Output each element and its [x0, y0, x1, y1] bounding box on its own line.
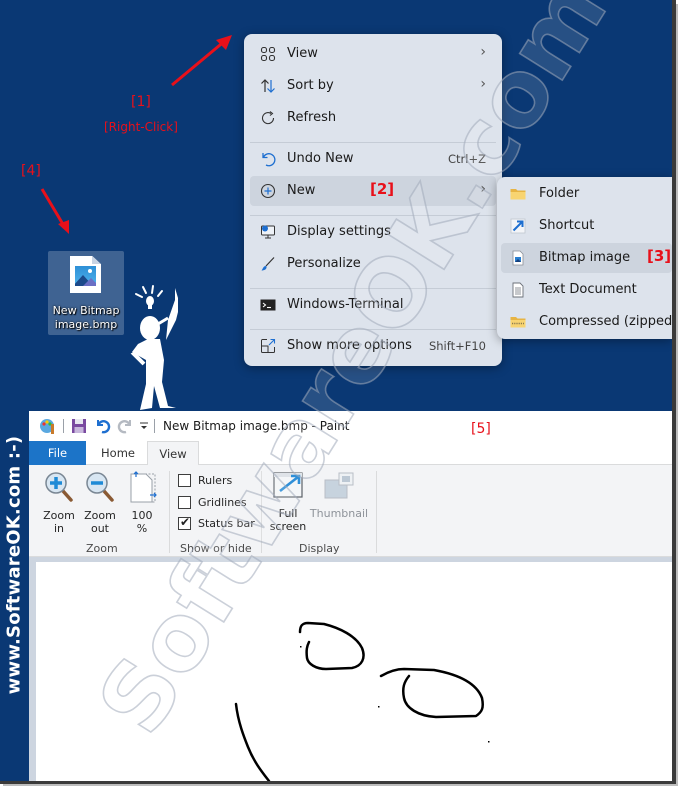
desktop-context-menu: View › Sort by › Refresh Undo New Ctrl+Z… [244, 34, 502, 366]
group-label-zoom: Zoom [86, 542, 118, 555]
menu-item-new[interactable]: New [2] › [250, 176, 496, 206]
menu-separator [250, 215, 496, 216]
plus-circle-icon [260, 183, 276, 199]
annotation-step4: [4] [21, 163, 41, 179]
drawn-dot [300, 646, 302, 648]
tab-file[interactable]: File [29, 441, 86, 465]
group-separator [261, 471, 262, 553]
group-separator [376, 471, 377, 553]
menu-item-display-settings[interactable]: Display settings [250, 217, 496, 247]
folder-icon [510, 189, 526, 200]
stick-figure-mascot [130, 285, 178, 410]
chevron-right-icon: › [480, 76, 486, 92]
checkmark-icon: ✔ [180, 515, 191, 529]
refresh-icon [261, 111, 275, 125]
zoom-in-button[interactable]: Zoom in [41, 471, 77, 535]
group-label-show-or-hide: Show or hide [180, 542, 252, 555]
menu-item-show-more-options[interactable]: Show more options Shift+F10 [250, 331, 496, 361]
submenu-item-bitmap-image[interactable]: Bitmap image [3] [501, 243, 672, 273]
drawing-canvas[interactable] [36, 562, 672, 781]
tab-view[interactable]: View [147, 441, 199, 466]
menu-separator [250, 288, 496, 289]
desktop: [1] [Right-Click] [4] New Bitmap image.b… [0, 0, 672, 781]
undo-icon [262, 153, 276, 167]
display-settings-icon [261, 225, 275, 239]
drawn-stroke [234, 702, 271, 781]
submenu-item-text-document[interactable]: Text Document [501, 275, 672, 305]
annotation-step1: [1] [131, 94, 151, 110]
group-label-display: Display [299, 542, 340, 555]
annotation-step5: [5] [471, 421, 491, 437]
zoom-out-button[interactable]: Zoom out [82, 471, 118, 535]
submenu-item-folder[interactable]: Folder [501, 179, 672, 209]
new-submenu: Folder Shortcut Bitmap image [3] Text Do… [497, 177, 672, 339]
menu-item-windows-terminal[interactable]: Windows-Terminal [250, 290, 496, 320]
thumbnail-icon [324, 472, 354, 499]
drawn-stroke [298, 621, 365, 671]
sort-arrows-icon [261, 79, 275, 93]
window-title: New Bitmap image.bmp - Paint [163, 419, 350, 433]
arrow-to-icon [40, 188, 69, 234]
annotation-step3: [3] [647, 247, 672, 265]
more-options-icon [261, 338, 276, 353]
submenu-item-compressed-zipped[interactable]: Compressed (zipped) [501, 307, 672, 337]
chevron-right-icon: › [480, 44, 486, 60]
annotation-right-click: [Right-Click] [104, 120, 178, 134]
desktop-file-new-bitmap[interactable]: New Bitmap image.bmp [48, 251, 124, 335]
toolbar-separator [154, 419, 155, 433]
zoom-out-icon [86, 472, 114, 502]
shortcut-icon [510, 218, 526, 234]
side-branding: www.SoftwareOK.com :-) [3, 435, 25, 695]
arrow-to-menu [171, 35, 232, 87]
customize-dropdown-icon[interactable] [139, 420, 149, 432]
text-document-icon [512, 282, 524, 298]
menu-separator [250, 329, 496, 330]
zip-folder-icon [510, 317, 526, 328]
paint-window: New Bitmap image.bmp - Paint [5] File Ho… [29, 411, 672, 781]
drawn-dot [378, 706, 380, 708]
group-separator [169, 471, 170, 553]
drawn-dot [488, 741, 490, 743]
bitmap-file-icon [70, 256, 101, 293]
save-icon[interactable] [71, 418, 87, 434]
paint-app-icon[interactable] [39, 417, 57, 435]
undo-icon[interactable] [95, 418, 111, 434]
chevron-right-icon: › [480, 181, 486, 197]
redo-icon[interactable] [117, 418, 133, 434]
submenu-item-shortcut[interactable]: Shortcut [501, 211, 672, 241]
zoom-100-button[interactable]: 100% [124, 471, 160, 535]
menu-item-sort-by[interactable]: Sort by › [250, 71, 496, 101]
actual-size-icon [130, 471, 157, 503]
ribbon-tabs: File Home View [29, 441, 672, 466]
menu-item-refresh[interactable]: Refresh [250, 103, 496, 133]
terminal-icon [260, 299, 276, 311]
view-grid-icon [260, 46, 276, 62]
menu-item-personalize[interactable]: Personalize [250, 249, 496, 279]
zoom-in-icon [45, 472, 73, 502]
menu-item-view[interactable]: View › [250, 39, 496, 69]
annotation-step2: [2] [370, 180, 395, 198]
brush-icon [261, 257, 275, 271]
full-screen-button[interactable]: Full screen [267, 471, 309, 533]
drawn-stroke [379, 667, 484, 719]
full-screen-icon [273, 472, 303, 498]
toolbar-separator [63, 419, 64, 433]
thumbnail-button[interactable]: Thumbnail [309, 471, 369, 520]
ribbon-view: Zoom in Zoom out 100% Zoom Rulers Gridli… [29, 465, 672, 557]
canvas-drawing [234, 621, 490, 781]
desktop-icon-label: New Bitmap image.bmp [52, 304, 120, 331]
bitmap-icon [512, 250, 524, 266]
menu-separator [250, 142, 496, 143]
canvas-workspace [29, 557, 672, 781]
tab-home[interactable]: Home [89, 441, 147, 465]
title-bar: New Bitmap image.bmp - Paint [5] [29, 411, 672, 441]
menu-item-undo-new[interactable]: Undo New Ctrl+Z [250, 144, 496, 174]
